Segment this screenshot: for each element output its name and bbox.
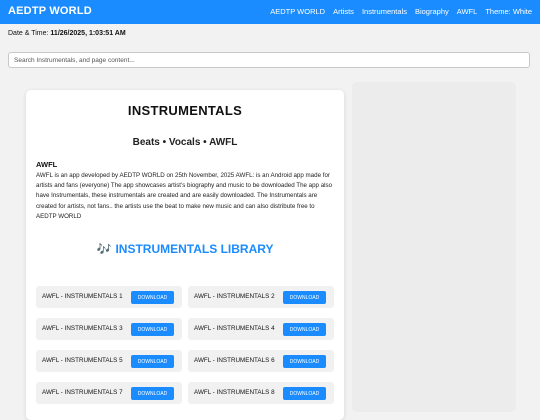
about-heading: AWFL — [36, 160, 58, 169]
about-text: AWFL is an app developed by AEDTP WORLD … — [36, 172, 333, 220]
track-item: AWFL - INSTRUMENTALS 8 DOWNLOAD — [188, 382, 334, 404]
track-item: AWFL - INSTRUMENTALS 7 DOWNLOAD — [36, 382, 182, 404]
download-button[interactable]: DOWNLOAD — [283, 323, 326, 336]
nav-link-awfl[interactable]: AWFL — [457, 7, 478, 16]
track-label: AWFL - INSTRUMENTALS 8 — [194, 389, 275, 396]
datetime-label: Date & Time: — [8, 30, 49, 37]
track-item: AWFL - INSTRUMENTALS 1 DOWNLOAD — [36, 286, 182, 308]
music-notes-icon: 🎶 — [96, 242, 112, 256]
nav-links: AEDTP WORLD Artists Instrumentals Biogra… — [270, 7, 532, 16]
track-item: AWFL - INSTRUMENTALS 2 DOWNLOAD — [188, 286, 334, 308]
download-button[interactable]: DOWNLOAD — [283, 387, 326, 400]
download-button[interactable]: DOWNLOAD — [283, 355, 326, 368]
instrumentals-card: INSTRUMENTALS Beats • Vocals • AWFL AWFL… — [26, 90, 344, 420]
track-item: AWFL - INSTRUMENTALS 3 DOWNLOAD — [36, 318, 182, 340]
page-subtitle: Beats • Vocals • AWFL — [132, 137, 238, 148]
nav-link-biography[interactable]: Biography — [415, 7, 449, 16]
brand-logo-text[interactable]: AEDTP WORLD — [8, 5, 92, 17]
top-navbar: AEDTP WORLD AEDTP WORLD Artists Instrume… — [0, 0, 540, 24]
theme-toggle[interactable]: Theme: White — [485, 7, 532, 16]
track-label: AWFL - INSTRUMENTALS 7 — [42, 389, 123, 396]
nav-link-artists[interactable]: Artists — [333, 7, 354, 16]
track-item: AWFL - INSTRUMENTALS 5 DOWNLOAD — [36, 350, 182, 372]
download-button[interactable]: DOWNLOAD — [283, 291, 326, 304]
datetime-display: Date & Time: 11/26/2025, 1:03:51 AM — [8, 30, 126, 37]
page-title: INSTRUMENTALS — [127, 103, 243, 118]
track-item: AWFL - INSTRUMENTALS 4 DOWNLOAD — [188, 318, 334, 340]
track-label: AWFL - INSTRUMENTALS 3 — [42, 325, 123, 332]
nav-link-aedtp-world[interactable]: AEDTP WORLD — [270, 7, 325, 16]
datetime-value: 11/26/2025, 1:03:51 AM — [50, 30, 126, 37]
nav-link-instrumentals[interactable]: Instrumentals — [362, 7, 407, 16]
search-input[interactable] — [8, 52, 530, 68]
track-label: AWFL - INSTRUMENTALS 2 — [194, 293, 275, 300]
track-label: AWFL - INSTRUMENTALS 4 — [194, 325, 275, 332]
track-label: AWFL - INSTRUMENTALS 6 — [194, 357, 275, 364]
download-button[interactable]: DOWNLOAD — [131, 355, 174, 368]
track-item: AWFL - INSTRUMENTALS 6 DOWNLOAD — [188, 350, 334, 372]
library-title: 🎶 INSTRUMENTALS LIBRARY — [26, 242, 344, 256]
track-label: AWFL - INSTRUMENTALS 1 — [42, 293, 123, 300]
download-button[interactable]: DOWNLOAD — [131, 291, 174, 304]
download-button[interactable]: DOWNLOAD — [131, 323, 174, 336]
track-label: AWFL - INSTRUMENTALS 5 — [42, 357, 123, 364]
side-panel — [352, 82, 516, 412]
library-title-text: INSTRUMENTALS LIBRARY — [115, 242, 274, 256]
download-button[interactable]: DOWNLOAD — [131, 387, 174, 400]
